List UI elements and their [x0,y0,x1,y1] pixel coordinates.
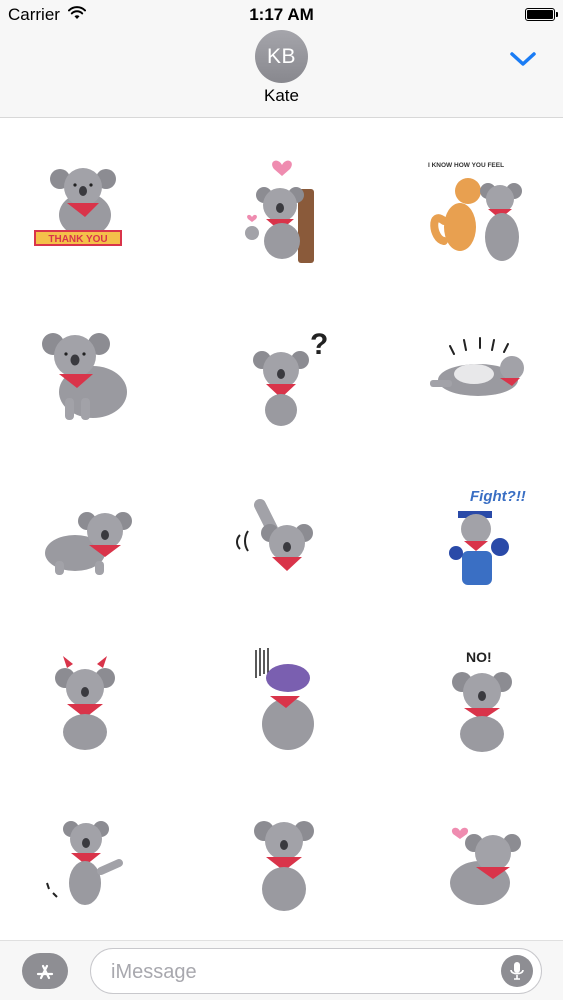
microphone-icon [510,962,524,980]
sticker-heart-tree[interactable] [212,139,352,279]
sticker-question[interactable]: ? [212,302,352,442]
sticker-caption-no: NO! [466,649,492,665]
app-store-icon [36,964,54,980]
microphone-button[interactable] [501,955,533,987]
koala-waving-icon [236,499,313,571]
chevron-down-icon [510,52,536,66]
battery-level [527,10,553,19]
sticker-devil[interactable] [15,628,155,768]
koala-lying-icon [430,337,524,396]
compose-bar: iMessage [0,940,563,1000]
clock-label: 1:17 AM [249,5,314,24]
sticker-sitting[interactable] [15,302,155,442]
status-bar: Carrier 1:17 AM [0,0,563,30]
sticker-no[interactable]: NO! [410,628,550,768]
sticker-love[interactable] [410,791,550,931]
koala-heart-tree-icon [245,160,314,263]
sticker-waving[interactable] [212,465,352,605]
koala-friends-icon: I KNOW HOW YOU FEEL [428,162,522,261]
sticker-caption-question: ? [310,328,328,361]
sticker-hug[interactable] [212,791,352,931]
koala-gloomy-icon [255,648,314,750]
conversation-header: KB Kate [0,30,563,118]
koala-question-icon: ? [253,328,328,426]
sticker-caption-thank-you: THANK YOU [48,234,107,245]
message-placeholder: iMessage [111,961,197,983]
contact-name[interactable]: Kate [0,86,563,106]
app-store-button[interactable] [22,953,68,989]
sticker-thank-you[interactable]: THANK YOU [15,139,155,279]
koala-fight-icon: Fight?!! [449,488,526,585]
sticker-caption-fight: Fight?!! [470,488,526,505]
koala-no-icon: NO! [452,649,512,752]
sticker-caption-friends: I KNOW HOW YOU FEEL [428,162,504,169]
koala-crawling-icon [45,512,132,575]
sticker-lying[interactable] [410,302,550,442]
contact-avatar[interactable]: KB [255,30,308,83]
sticker-friends[interactable]: I KNOW HOW YOU FEEL [410,139,550,279]
koala-love-icon [450,827,521,905]
battery-icon [525,8,558,21]
sticker-gloomy[interactable] [212,628,352,768]
koala-hug-icon [254,821,314,911]
koala-dancing-icon [46,821,123,905]
message-input[interactable]: iMessage [90,948,542,994]
sticker-crawling[interactable] [15,465,155,605]
koala-sitting-icon [42,333,127,420]
sticker-fight[interactable]: Fight?!! [410,465,550,605]
koala-thank-you-icon: THANK YOU [34,168,122,246]
collapse-button[interactable] [506,46,540,72]
koala-devil-icon [55,656,115,750]
sticker-dancing[interactable] [15,791,155,931]
sticker-grid: THANK YOU I KNOW HOW YOU FEEL ? Fight?!!… [0,119,563,940]
